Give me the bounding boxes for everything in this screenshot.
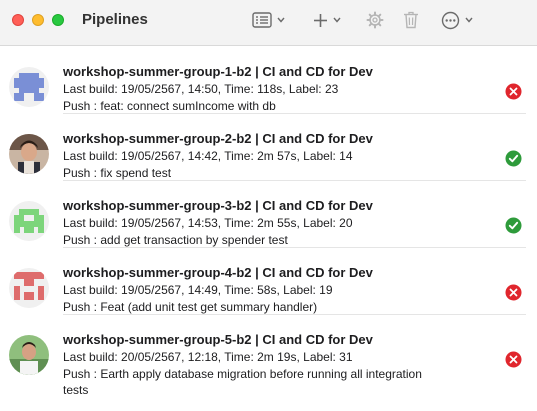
title-bar: Pipelines <box>0 0 537 46</box>
failed-status-icon <box>505 83 522 100</box>
ellipsis-circle-icon <box>441 11 460 30</box>
success-status-icon <box>505 150 522 167</box>
photo-avatar <box>9 134 49 174</box>
zoom-window-button[interactable] <box>52 14 64 26</box>
last-build-info: Last build: 19/05/2567, 14:50, Time: 118… <box>63 82 339 96</box>
gear-icon <box>366 11 384 29</box>
pipeline-row[interactable]: workshop-summer-group-3-b2 | CI and CD f… <box>0 181 537 248</box>
chevron-down-icon <box>465 17 473 23</box>
push-message: Push : feat: connect sumIncome with db <box>63 99 276 113</box>
green-pixel-avatar <box>9 201 49 241</box>
push-message: Push : fix spend test <box>63 166 172 180</box>
pipeline-row[interactable]: workshop-summer-group-1-b2 | CI and CD f… <box>0 47 537 114</box>
last-build-info: Last build: 20/05/2567, 12:18, Time: 2m … <box>63 350 353 364</box>
pipeline-name: workshop-summer-group-4-b2 | CI and CD f… <box>63 265 373 280</box>
pipeline-name: workshop-summer-group-2-b2 | CI and CD f… <box>63 131 373 146</box>
last-build-info: Last build: 19/05/2567, 14:53, Time: 2m … <box>63 216 353 230</box>
last-build-info: Last build: 19/05/2567, 14:42, Time: 2m … <box>63 149 353 163</box>
settings-button[interactable] <box>366 8 384 32</box>
pipeline-name: workshop-summer-group-3-b2 | CI and CD f… <box>63 198 373 213</box>
pipeline-list: workshop-summer-group-1-b2 | CI and CD f… <box>0 47 537 405</box>
pipeline-row[interactable]: workshop-summer-group-5-b2 | CI and CD f… <box>0 315 537 405</box>
push-message: Push : Feat (add unit test get summary h… <box>63 300 318 314</box>
success-status-icon <box>505 217 522 234</box>
photo-avatar <box>9 335 49 375</box>
pipeline-row[interactable]: workshop-summer-group-2-b2 | CI and CD f… <box>0 114 537 181</box>
add-button[interactable] <box>313 8 341 32</box>
sidebar-list-icon <box>252 12 272 28</box>
push-message: Push : Earth apply database migration be… <box>63 367 422 397</box>
plus-icon <box>313 13 328 28</box>
close-window-button[interactable] <box>12 14 24 26</box>
last-build-info: Last build: 19/05/2567, 14:49, Time: 58s… <box>63 283 333 297</box>
blue-pixel-avatar <box>9 67 49 107</box>
pipeline-name: workshop-summer-group-5-b2 | CI and CD f… <box>63 332 373 347</box>
failed-status-icon <box>505 351 522 368</box>
delete-button[interactable] <box>403 8 419 32</box>
minimize-window-button[interactable] <box>32 14 44 26</box>
more-options-button[interactable] <box>441 8 473 32</box>
red-pixel-avatar <box>9 268 49 308</box>
trash-icon <box>403 11 419 29</box>
failed-status-icon <box>505 284 522 301</box>
pipeline-row[interactable]: workshop-summer-group-4-b2 | CI and CD f… <box>0 248 537 315</box>
view-options-button[interactable] <box>252 8 285 32</box>
chevron-down-icon <box>277 17 285 23</box>
push-message: Push : add get transaction by spender te… <box>63 233 288 247</box>
pipeline-name: workshop-summer-group-1-b2 | CI and CD f… <box>63 64 373 79</box>
chevron-down-icon <box>333 17 341 23</box>
window-title: Pipelines <box>82 11 148 28</box>
